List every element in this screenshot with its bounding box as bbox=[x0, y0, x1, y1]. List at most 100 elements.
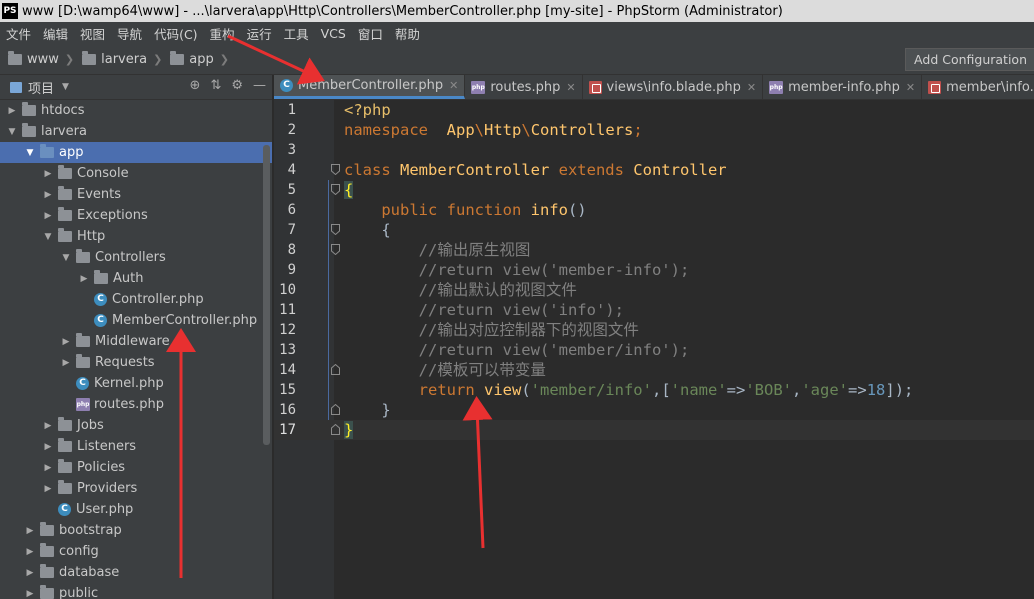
menu-item[interactable]: 视图 bbox=[74, 24, 111, 43]
menu-item[interactable]: 导航 bbox=[111, 24, 148, 43]
tree-item[interactable]: ▼ app bbox=[0, 142, 272, 163]
tree-item[interactable]: C Kernel.php bbox=[0, 373, 272, 394]
code-line[interactable]: 14 //模板可以带变量 bbox=[274, 360, 1034, 380]
menu-item[interactable]: 帮助 bbox=[389, 24, 426, 43]
chevron-right-icon[interactable]: ▶ bbox=[24, 547, 36, 557]
code-line[interactable]: 5{ bbox=[274, 180, 1034, 200]
tree-item[interactable]: ▶ Middleware bbox=[0, 331, 272, 352]
editor-tab[interactable]: member\info.blade.p✕ bbox=[922, 75, 1034, 99]
code-line[interactable]: 9 //return view('member-info'); bbox=[274, 260, 1034, 280]
chevron-right-icon[interactable]: ▶ bbox=[42, 463, 54, 473]
tree-item[interactable]: C Controller.php bbox=[0, 289, 272, 310]
chevron-right-icon[interactable]: ▶ bbox=[6, 106, 18, 116]
code-line[interactable]: 15 return view('member/info',['name'=>'B… bbox=[274, 380, 1034, 400]
tree-item[interactable]: ▶ Requests bbox=[0, 352, 272, 373]
chevron-down-icon[interactable]: ▼ bbox=[42, 232, 54, 242]
collapse-all-icon[interactable]: ⇅ bbox=[210, 78, 221, 93]
tree-item[interactable]: ▶ Listeners bbox=[0, 436, 272, 457]
code-line[interactable]: 3 bbox=[274, 140, 1034, 160]
menu-item[interactable]: 文件 bbox=[0, 24, 37, 43]
tree-item[interactable]: ▶ bootstrap bbox=[0, 520, 272, 541]
tree-item[interactable]: ▶ database bbox=[0, 562, 272, 583]
tree-item[interactable]: ▼ Controllers bbox=[0, 247, 272, 268]
code-line[interactable]: 12 //输出对应控制器下的视图文件 bbox=[274, 320, 1034, 340]
fold-marker-icon[interactable] bbox=[331, 404, 340, 415]
code-line[interactable]: 8 //输出原生视图 bbox=[274, 240, 1034, 260]
code-line[interactable]: 1 <?php bbox=[274, 100, 1034, 120]
menu-item[interactable]: 窗口 bbox=[352, 24, 389, 43]
tree-item[interactable]: C User.php bbox=[0, 499, 272, 520]
tree-item[interactable]: ▶ Policies bbox=[0, 457, 272, 478]
tree-item[interactable]: ▶ Console bbox=[0, 163, 272, 184]
code-line[interactable]: 11 //return view('info'); bbox=[274, 300, 1034, 320]
code-line[interactable]: 2 namespace App\Http\Controllers; bbox=[274, 120, 1034, 140]
code-token: { bbox=[344, 221, 391, 239]
tree-item[interactable]: C MemberController.php bbox=[0, 310, 272, 331]
chevron-right-icon[interactable]: ▶ bbox=[42, 442, 54, 452]
code-line[interactable]: 13 //return view('member/info'); bbox=[274, 340, 1034, 360]
gear-icon[interactable]: ⚙ bbox=[231, 78, 243, 93]
tree-scrollbar[interactable] bbox=[263, 145, 270, 445]
tree-item[interactable]: ▶ Providers bbox=[0, 478, 272, 499]
code-editor[interactable]: 1 <?php 2 namespace App\Http\Controllers; 3 4… bbox=[274, 100, 1034, 599]
chevron-right-icon[interactable]: ▶ bbox=[42, 421, 54, 431]
code-line[interactable]: 4 class MemberController extends Controll… bbox=[274, 160, 1034, 180]
code-line[interactable]: 6 public function info() bbox=[274, 200, 1034, 220]
locate-icon[interactable]: ⊕ bbox=[190, 78, 201, 93]
fold-marker-icon[interactable] bbox=[331, 224, 340, 235]
fold-marker-icon[interactable] bbox=[331, 244, 340, 255]
tree-item[interactable]: php routes.php bbox=[0, 394, 272, 415]
fold-marker-icon[interactable] bbox=[331, 424, 340, 435]
close-icon[interactable]: ✕ bbox=[906, 81, 915, 94]
chevron-right-icon[interactable]: ▶ bbox=[60, 358, 72, 368]
chevron-down-icon[interactable]: ▼ bbox=[6, 127, 18, 137]
chevron-right-icon[interactable]: ▶ bbox=[42, 211, 54, 221]
fold-marker-icon[interactable] bbox=[331, 364, 340, 375]
code-line[interactable]: 16 } bbox=[274, 400, 1034, 420]
chevron-right-icon[interactable]: ▶ bbox=[42, 484, 54, 494]
breadcrumb-item[interactable]: app ❯ bbox=[170, 50, 229, 67]
chevron-right-icon[interactable]: ▶ bbox=[60, 337, 72, 347]
chevron-right-icon[interactable]: ▶ bbox=[42, 169, 54, 179]
close-icon[interactable]: ✕ bbox=[566, 81, 575, 94]
project-view-selector[interactable]: 项目 bbox=[28, 78, 54, 97]
add-configuration-button[interactable]: Add Configuration bbox=[905, 48, 1034, 71]
chevron-right-icon[interactable]: ▶ bbox=[42, 190, 54, 200]
chevron-right-icon[interactable]: ▶ bbox=[24, 589, 36, 599]
editor-tab[interactable]: views\info.blade.php ✕ bbox=[583, 75, 764, 99]
menu-item[interactable]: VCS bbox=[315, 26, 352, 41]
tree-item[interactable]: ▶ htdocs bbox=[0, 100, 272, 121]
chevron-right-icon[interactable]: ▶ bbox=[78, 274, 90, 284]
code-line[interactable]: 7 { bbox=[274, 220, 1034, 240]
chevron-down-icon[interactable]: ▼ bbox=[60, 253, 72, 263]
editor-tab[interactable]: php member-info.php ✕ bbox=[763, 75, 923, 99]
tree-item[interactable]: ▶ Jobs bbox=[0, 415, 272, 436]
menu-item[interactable]: 编辑 bbox=[37, 24, 74, 43]
menu-item[interactable]: 运行 bbox=[241, 24, 278, 43]
chevron-down-icon[interactable]: ▼ bbox=[62, 82, 69, 92]
chevron-right-icon[interactable]: ▶ bbox=[24, 568, 36, 578]
menu-item[interactable]: 工具 bbox=[278, 24, 315, 43]
close-icon[interactable]: ✕ bbox=[449, 79, 458, 92]
breadcrumb-item[interactable]: www ❯ bbox=[8, 50, 74, 67]
code-line[interactable]: 10 //输出默认的视图文件 bbox=[274, 280, 1034, 300]
menu-item[interactable]: 代码(C) bbox=[148, 24, 203, 43]
tree-item[interactable]: ▶ Exceptions bbox=[0, 205, 272, 226]
chevron-down-icon[interactable]: ▼ bbox=[24, 148, 36, 158]
hide-panel-icon[interactable]: — bbox=[253, 78, 266, 93]
tree-item[interactable]: ▶ public bbox=[0, 583, 272, 599]
fold-marker-icon[interactable] bbox=[331, 184, 340, 195]
editor-tab[interactable]: C MemberController.php ✕ bbox=[274, 75, 466, 99]
fold-marker-icon[interactable] bbox=[331, 164, 340, 175]
code-line[interactable]: 17} bbox=[274, 420, 1034, 440]
editor-tab[interactable]: php routes.php ✕ bbox=[465, 75, 583, 99]
tree-item[interactable]: ▶ Events bbox=[0, 184, 272, 205]
tree-item[interactable]: ▼ larvera bbox=[0, 121, 272, 142]
close-icon[interactable]: ✕ bbox=[747, 81, 756, 94]
menu-item[interactable]: 重构 bbox=[204, 24, 241, 43]
tree-item[interactable]: ▶ config bbox=[0, 541, 272, 562]
chevron-right-icon[interactable]: ▶ bbox=[24, 526, 36, 536]
tree-item[interactable]: ▶ Auth bbox=[0, 268, 272, 289]
breadcrumb-item[interactable]: larvera ❯ bbox=[82, 50, 162, 67]
tree-item[interactable]: ▼ Http bbox=[0, 226, 272, 247]
